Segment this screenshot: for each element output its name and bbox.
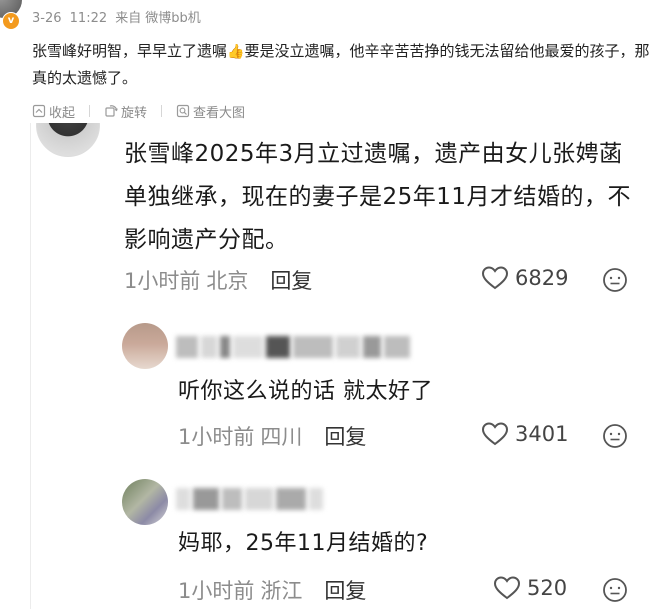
reply-like: 520 [493, 575, 567, 601]
reply-link: 回复 [324, 425, 367, 449]
reply-link: 回复 [270, 269, 313, 293]
reply-text: 妈耶，25年11月结婚的? [178, 531, 429, 556]
reply-location: 浙江 [260, 579, 303, 603]
comment-emoji-icon [603, 424, 627, 448]
reply-time: 1小时前 [178, 425, 255, 449]
zoom-icon [176, 104, 190, 118]
collapse-icon [32, 104, 46, 118]
reply-link: 回复 [324, 579, 367, 603]
blurred-username [176, 333, 410, 361]
divider [89, 105, 91, 117]
reply-location: 四川 [260, 425, 303, 449]
main-comment-like: 6829 [481, 265, 568, 291]
like-count: 520 [527, 576, 568, 600]
post-body: 张雪峰好明智，早早立了遗嘱👍要是没立遗嘱，他辛辛苦苦挣的钱无法留给他最爱的孩子，… [32, 38, 652, 91]
heart-icon [481, 422, 509, 446]
rotate-icon [105, 105, 118, 117]
collapse-button[interactable]: 收起 [32, 102, 75, 121]
commenter-avatar [36, 123, 100, 157]
collapse-label: 收起 [49, 105, 76, 121]
reply-time: 1小时前 [178, 579, 255, 603]
post-text-part1: 张雪峰好明智，早早立了遗嘱 [32, 42, 228, 60]
reply-text: 听你这么说的话 就太好了 [178, 379, 433, 404]
comment-time: 1小时前 [124, 269, 201, 293]
reply-like: 3401 [481, 421, 568, 447]
like-count: 6829 [515, 266, 569, 290]
main-comment-text: 张雪峰2025年3月立过遗嘱，遗产由女儿张娉菡单独继承，现在的妻子是25年11月… [124, 141, 632, 253]
divider [161, 105, 163, 117]
rotate-label: 旋转 [121, 105, 148, 121]
reply-avatar [122, 323, 168, 369]
post-source-name[interactable]: 微博bb机 [145, 11, 201, 26]
reply-meta: 1小时前 浙江 回复 [178, 575, 366, 605]
image-action-bar: 收起 旋转 查看大图 [32, 100, 259, 122]
rotate-button[interactable]: 旋转 [104, 102, 147, 121]
main-comment-meta: 1小时前 北京 回复 [124, 265, 312, 295]
comment-screenshot-image: 张雪峰2025年3月立过遗嘱，遗产由女儿张娉菡单独继承，现在的妻子是25年11月… [30, 123, 659, 609]
reply-meta: 1小时前 四川 回复 [178, 421, 366, 451]
thumbs-up-icon: 👍 [227, 44, 245, 60]
heart-icon [481, 266, 509, 290]
comment-emoji-icon [603, 268, 627, 292]
post-date: 3-26 [32, 11, 62, 26]
reply-avatar [122, 479, 168, 525]
post-meta: 3-26 11:22 来自 微博bb机 [32, 7, 205, 26]
view-large-image-button[interactable]: 查看大图 [176, 102, 245, 121]
blurred-username [176, 485, 323, 513]
comment-location: 北京 [206, 269, 249, 293]
vip-badge-icon: v [2, 12, 20, 30]
like-count: 3401 [515, 422, 569, 446]
heart-icon [493, 576, 521, 600]
post-source-prefix: 来自 [115, 11, 142, 26]
comment-emoji-icon [603, 578, 627, 602]
post-time: 11:22 [69, 11, 108, 26]
view-large-image-label: 查看大图 [193, 105, 246, 121]
